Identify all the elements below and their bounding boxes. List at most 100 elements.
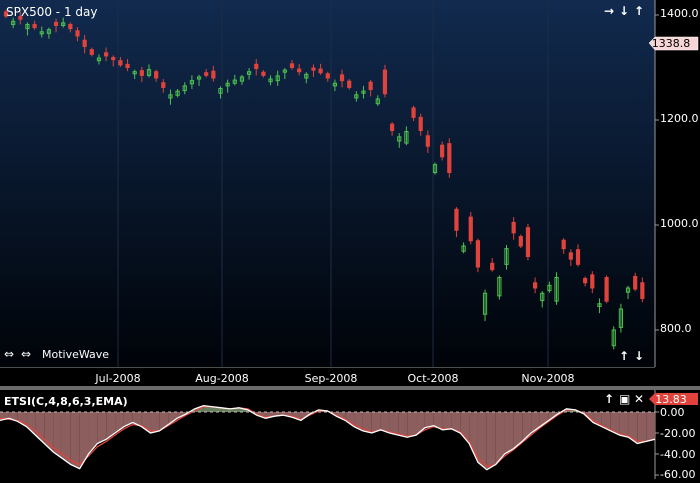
arrow-up-icon[interactable]: ↑ bbox=[619, 349, 629, 363]
candle-down bbox=[475, 240, 480, 268]
candle-down bbox=[454, 208, 459, 231]
time-label: Nov-2008 bbox=[521, 372, 574, 385]
candle-down bbox=[440, 144, 445, 158]
candle-down bbox=[368, 81, 373, 91]
candle-down bbox=[289, 63, 295, 69]
price-tick-label: 1400.0 bbox=[660, 7, 699, 20]
candle-down bbox=[411, 107, 416, 118]
last-value-badge: 13.83 bbox=[649, 393, 698, 406]
candle-down bbox=[418, 116, 423, 131]
candle-down bbox=[125, 63, 130, 68]
arrow-right-icon[interactable]: → bbox=[604, 4, 614, 18]
candle-down bbox=[561, 239, 566, 250]
candle-down bbox=[154, 71, 159, 79]
candle-down bbox=[382, 69, 388, 95]
time-axis[interactable]: Jul-2008 Aug-2008 Sep-2008 Oct-2008 Nov-… bbox=[0, 366, 700, 387]
candle-down bbox=[568, 252, 573, 260]
candle-down bbox=[68, 23, 73, 30]
candle-down bbox=[425, 135, 430, 147]
price-axis-background bbox=[655, 0, 700, 367]
area-negative bbox=[70, 412, 80, 469]
candle-down bbox=[604, 277, 609, 302]
candle-down bbox=[533, 282, 538, 289]
candle-down bbox=[204, 72, 209, 76]
last-price-value: 1338.8 bbox=[652, 37, 691, 50]
candle-down bbox=[118, 60, 123, 66]
candle-down bbox=[525, 227, 531, 257]
plot-background bbox=[0, 0, 655, 367]
candle-down bbox=[511, 221, 516, 234]
scroll-horizontal-icon[interactable]: ⇔ bbox=[4, 347, 14, 361]
price-tick-label: 1000.0 bbox=[660, 217, 699, 230]
time-axis-svg: Jul-2008 Aug-2008 Sep-2008 Oct-2008 Nov-… bbox=[0, 366, 655, 385]
candle-down bbox=[318, 68, 323, 74]
candle-down bbox=[311, 67, 316, 71]
area-negative bbox=[504, 412, 514, 454]
close-icon[interactable]: ✕ bbox=[634, 392, 644, 406]
area-negative bbox=[477, 412, 487, 470]
time-label: Aug-2008 bbox=[195, 372, 248, 385]
candle-down bbox=[211, 70, 216, 79]
candle-down bbox=[633, 275, 638, 290]
candle-down bbox=[590, 274, 595, 289]
candle-down bbox=[111, 57, 116, 61]
candle-down bbox=[32, 23, 37, 29]
candle-down bbox=[325, 73, 330, 79]
candle-down bbox=[640, 282, 645, 299]
chart-title: SPX500 - 1 day bbox=[6, 5, 97, 19]
candle-down bbox=[468, 216, 473, 242]
candle-down bbox=[297, 68, 302, 73]
area-negative bbox=[637, 412, 647, 444]
candle-down bbox=[53, 21, 59, 27]
price-tick-label: 1200.0 bbox=[660, 112, 699, 125]
arrow-down-icon[interactable]: ↓ bbox=[634, 349, 644, 363]
indicator-tick-label: 0.00 bbox=[660, 406, 685, 419]
candle-down bbox=[254, 63, 259, 70]
last-price-badge: 1338.8 bbox=[648, 36, 699, 51]
arrow-up-icon[interactable]: ↑ bbox=[634, 4, 644, 18]
time-label: Jul-2008 bbox=[94, 372, 140, 385]
indicator-pane[interactable]: ETSI(C,4,8,6,3,EMA) ↑ ▣ ✕ 13.83 0.00 -20… bbox=[0, 390, 700, 481]
maximize-icon[interactable]: ▣ bbox=[619, 392, 630, 406]
candle-down bbox=[261, 71, 266, 76]
indicator-title: ETSI(C,4,8,6,3,EMA) bbox=[4, 395, 128, 408]
chart-window: SPX500 - 1 day → ↓ ↑ 1338.8 1400.0 1200.… bbox=[0, 0, 700, 481]
move-up-icon[interactable]: ↑ bbox=[604, 392, 614, 406]
indicator-chart[interactable]: ETSI(C,4,8,6,3,EMA) ↑ ▣ ✕ 13.83 0.00 -20… bbox=[0, 390, 700, 481]
candle-down bbox=[89, 49, 94, 55]
area-negative bbox=[398, 412, 408, 438]
candle-down bbox=[447, 143, 452, 173]
indicator-tick-label: -60.00 bbox=[660, 468, 695, 479]
price-tick-label: 800.0 bbox=[660, 322, 692, 335]
price-chart[interactable]: SPX500 - 1 day → ↓ ↑ 1338.8 1400.0 1200.… bbox=[0, 0, 700, 367]
indicator-tick-marks bbox=[655, 411, 659, 476]
candle-down bbox=[82, 39, 87, 48]
last-value: 13.83 bbox=[655, 393, 687, 406]
candle-down bbox=[347, 80, 352, 88]
brand-label: MotiveWave bbox=[42, 348, 109, 361]
candle-down bbox=[75, 30, 80, 37]
area-negative bbox=[442, 412, 452, 430]
indicator-tick-label: -40.00 bbox=[660, 448, 695, 461]
candle-down bbox=[104, 52, 109, 57]
area-negative bbox=[619, 412, 629, 438]
candle-down bbox=[390, 123, 395, 131]
candle-down bbox=[518, 236, 523, 247]
candle-down bbox=[490, 262, 495, 271]
scroll-left-right-icon[interactable]: ⇔ bbox=[21, 347, 31, 361]
candle-down bbox=[575, 249, 581, 265]
candle-down bbox=[161, 82, 166, 88]
area-negative bbox=[150, 412, 160, 433]
candle-down bbox=[139, 70, 144, 76]
candle-down bbox=[583, 278, 588, 284]
candle-down bbox=[339, 74, 345, 82]
price-pane[interactable]: SPX500 - 1 day → ↓ ↑ 1338.8 1400.0 1200.… bbox=[0, 0, 700, 367]
area-negative bbox=[486, 412, 496, 470]
area-negative bbox=[407, 412, 417, 438]
indicator-tick-label: -20.00 bbox=[660, 427, 695, 440]
time-label: Sep-2008 bbox=[305, 372, 358, 385]
area-negative bbox=[646, 412, 655, 442]
area-negative bbox=[97, 412, 107, 444]
arrow-down-icon[interactable]: ↓ bbox=[619, 4, 629, 18]
time-label: Oct-2008 bbox=[408, 372, 459, 385]
